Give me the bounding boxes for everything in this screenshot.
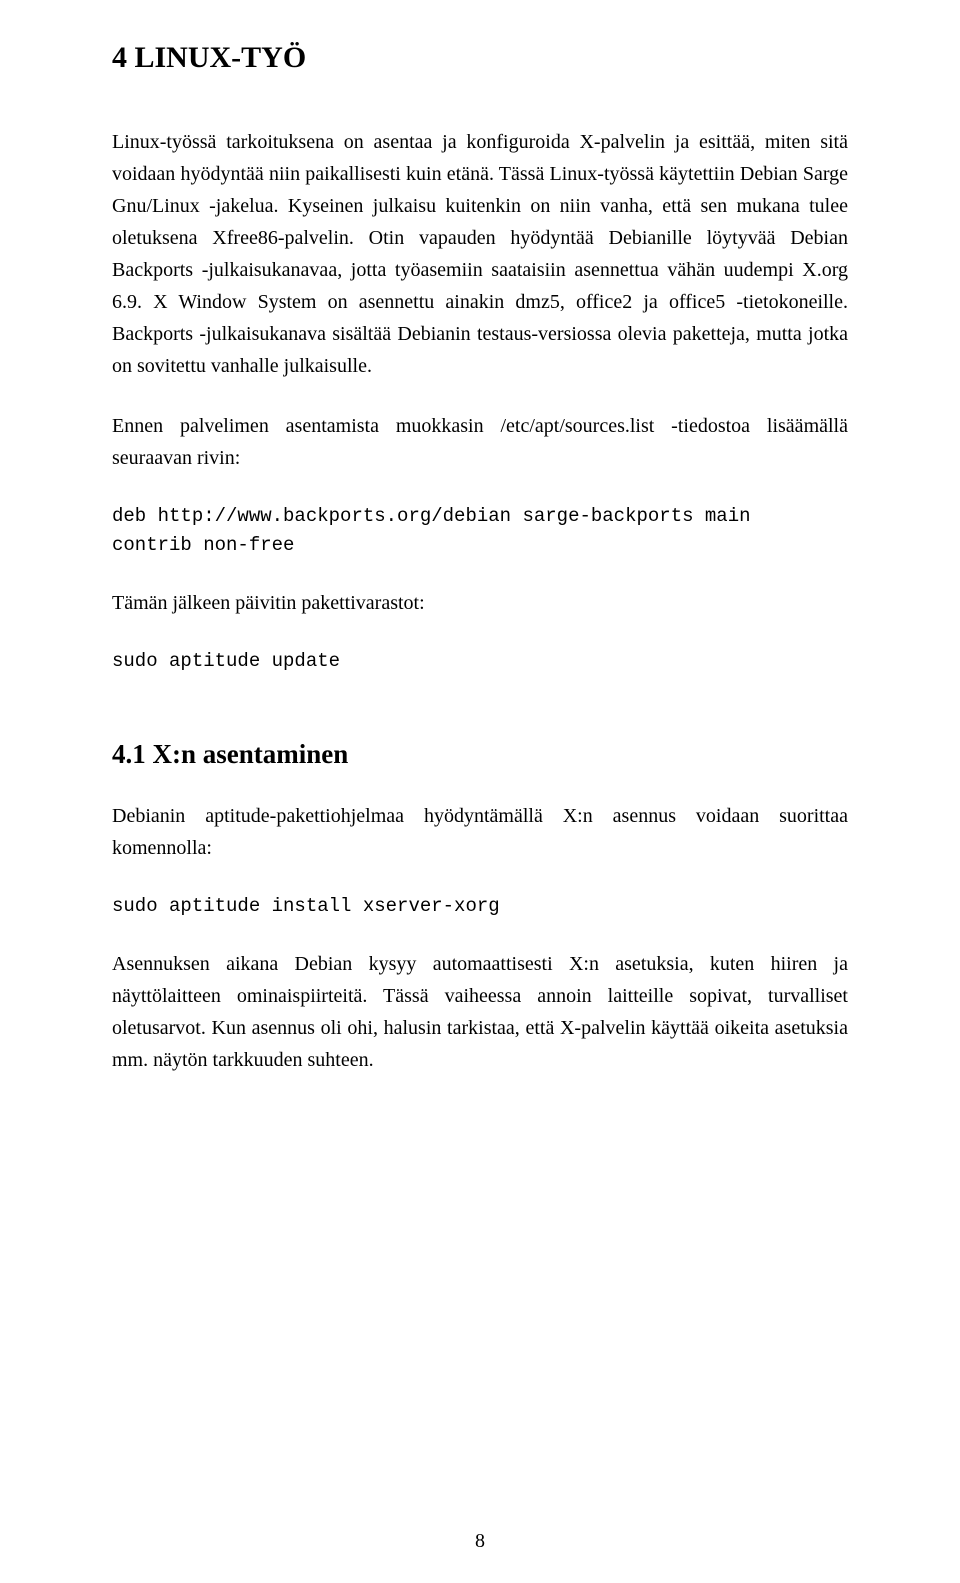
document-page: 4 LINUX-TYÖ Linux-työssä tarkoituksena o… bbox=[0, 0, 960, 1583]
page-number: 8 bbox=[0, 1530, 960, 1553]
paragraph-install-intro: Debianin aptitude-pakettiohjelmaa hyödyn… bbox=[112, 800, 848, 864]
paragraph-update-repos: Tämän jälkeen päivitin pakettivarastot: bbox=[112, 587, 848, 619]
paragraph-intro: Linux-työssä tarkoituksena on asentaa ja… bbox=[112, 126, 848, 382]
paragraph-sources-edit: Ennen palvelimen asentamista muokkasin /… bbox=[112, 410, 848, 474]
section-heading: 4 LINUX-TYÖ bbox=[112, 40, 848, 76]
paragraph-install-details: Asennuksen aikana Debian kysyy automaatt… bbox=[112, 948, 848, 1076]
code-block-sources-list: deb http://www.backports.org/debian sarg… bbox=[112, 502, 848, 559]
subsection-heading: 4.1 X:n asentaminen bbox=[112, 738, 848, 770]
code-block-install-xorg: sudo aptitude install xserver-xorg bbox=[112, 892, 848, 921]
code-block-aptitude-update: sudo aptitude update bbox=[112, 647, 848, 676]
